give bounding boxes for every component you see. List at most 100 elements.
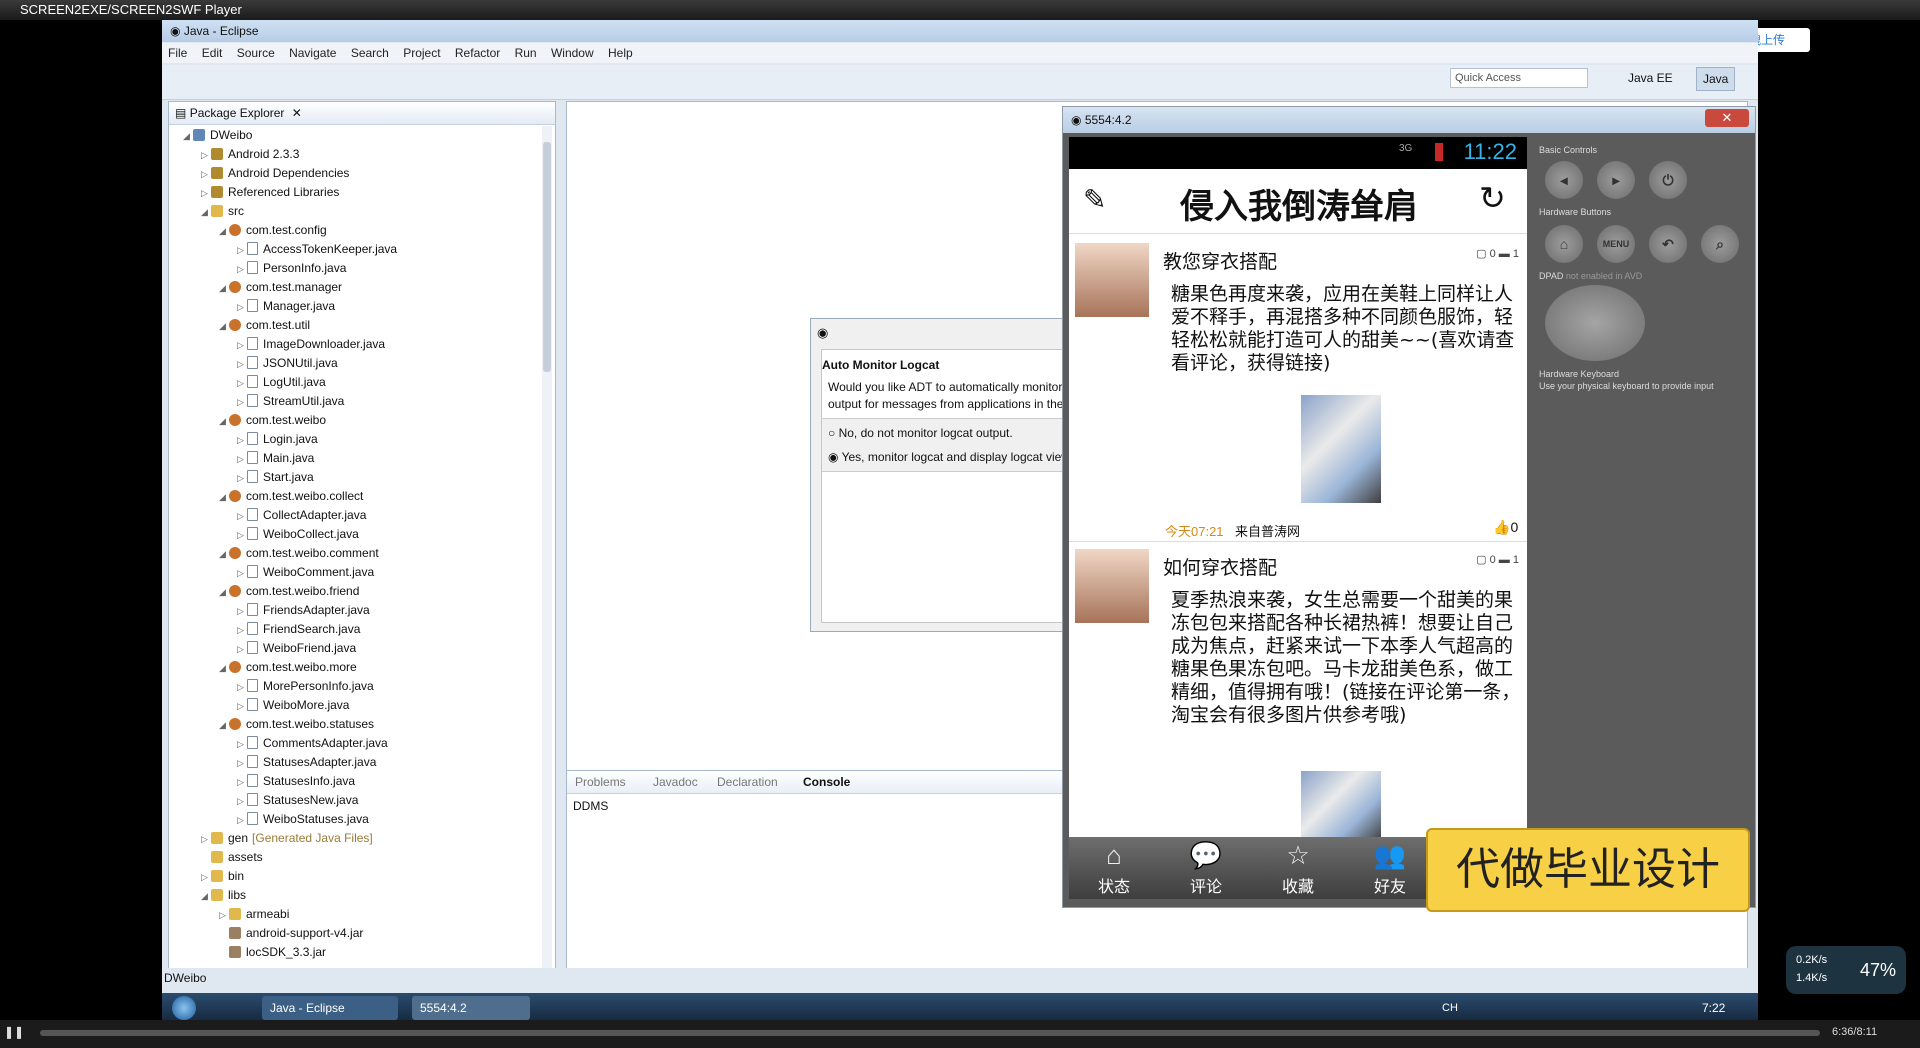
expand-toggle-icon[interactable]: ▷ (237, 450, 247, 469)
tree-item[interactable]: ◢ com.test.weibo.statuses (219, 715, 374, 734)
player-seek-bar[interactable]: ❚❚ 6:36/8:11 (0, 1020, 1920, 1048)
tree-item[interactable]: ▷ armeabi (219, 905, 289, 924)
tree-item[interactable]: ▷ WeiboCollect.java (237, 525, 359, 544)
expand-toggle-icon[interactable]: ▷ (201, 146, 211, 165)
menu-source[interactable]: Source (237, 46, 275, 60)
menu-navigate[interactable]: Navigate (289, 46, 336, 60)
tree-item[interactable]: ▷ JSONUtil.java (237, 354, 338, 373)
expand-toggle-icon[interactable]: ▷ (237, 621, 247, 640)
tree-item[interactable]: ◢ com.test.manager (219, 278, 342, 297)
radio-no-icon[interactable]: ○ (828, 426, 835, 440)
expand-toggle-icon[interactable]: ▷ (237, 697, 247, 716)
perspective-java[interactable]: Java (1696, 67, 1736, 91)
expand-toggle-icon[interactable]: ▷ (237, 374, 247, 393)
tree-item[interactable]: ▷ StatusesInfo.java (237, 772, 355, 791)
tree-item[interactable]: ▷ FriendsAdapter.java (237, 601, 370, 620)
tree-item[interactable]: assets (201, 848, 263, 867)
tree-item[interactable]: ◢ com.test.util (219, 316, 310, 335)
menu-search[interactable]: Search (351, 46, 389, 60)
avatar[interactable] (1075, 243, 1149, 317)
post-image[interactable] (1301, 771, 1381, 841)
menu-file[interactable]: File (168, 46, 187, 60)
back-button[interactable]: ↶ (1649, 225, 1687, 263)
close-icon[interactable]: ✕ (292, 106, 302, 120)
expand-toggle-icon[interactable]: ▷ (237, 602, 247, 621)
tab-comment[interactable]: 💬 评论 (1161, 837, 1251, 899)
expand-toggle-icon[interactable]: ▷ (237, 640, 247, 659)
expand-toggle-icon[interactable]: ▷ (237, 298, 247, 317)
avatar[interactable] (1075, 549, 1149, 623)
tab-status[interactable]: ⌂ 状态 (1069, 837, 1159, 899)
expand-toggle-icon[interactable]: ◢ (219, 279, 229, 298)
expand-toggle-icon[interactable]: ▷ (237, 355, 247, 374)
expand-toggle-icon[interactable]: ▷ (237, 336, 247, 355)
tree-item[interactable]: ▷ PersonInfo.java (237, 259, 346, 278)
tab-favorite[interactable]: ☆ 收藏 (1253, 837, 1343, 899)
tree-item[interactable]: ◢ com.test.weibo.collect (219, 487, 363, 506)
pause-icon[interactable]: ❚❚ (4, 1025, 24, 1039)
expand-toggle-icon[interactable]: ◢ (219, 583, 229, 602)
seek-track[interactable] (40, 1030, 1820, 1036)
tree-item[interactable]: ▷ bin (201, 867, 244, 886)
tree-item[interactable]: ◢ com.test.weibo.friend (219, 582, 359, 601)
tree-item[interactable]: ▷ FriendSearch.java (237, 620, 360, 639)
power-button[interactable]: ⏻ (1649, 161, 1687, 199)
tree-item[interactable]: ▷ Start.java (237, 468, 314, 487)
expand-toggle-icon[interactable]: ▷ (201, 184, 211, 203)
menu-help[interactable]: Help (608, 46, 633, 60)
tree-item[interactable]: ▷ Manager.java (237, 297, 335, 316)
emulator-close-button[interactable]: ✕ (1705, 109, 1749, 127)
radio-no[interactable]: ○ No, do not monitor logcat output. (828, 426, 1013, 440)
volume-up-button[interactable]: ▸ (1597, 161, 1635, 199)
refresh-icon[interactable]: ↻ (1479, 179, 1506, 217)
tree-item[interactable]: locSDK_3.3.jar (219, 943, 326, 962)
tree-item[interactable]: android-support-v4.jar (219, 924, 363, 943)
tree-item[interactable]: ▷ WeiboStatuses.java (237, 810, 369, 829)
tab-friends[interactable]: 👥 好友 (1345, 837, 1435, 899)
volume-down-button[interactable]: ◂ (1545, 161, 1583, 199)
expand-toggle-icon[interactable]: ▷ (237, 469, 247, 488)
expand-toggle-icon[interactable]: ▷ (237, 507, 247, 526)
expand-toggle-icon[interactable]: ▷ (237, 792, 247, 811)
tree-item[interactable]: ▷ Android Dependencies (201, 164, 349, 183)
menu-project[interactable]: Project (403, 46, 440, 60)
expand-toggle-icon[interactable]: ▷ (237, 564, 247, 583)
expand-toggle-icon[interactable]: ▷ (219, 906, 229, 925)
menu-run[interactable]: Run (515, 46, 537, 60)
tree-item[interactable]: ◢ com.test.weibo (219, 411, 326, 430)
quick-access-input[interactable]: Quick Access (1450, 68, 1588, 88)
menu-edit[interactable]: Edit (202, 46, 223, 60)
expand-toggle-icon[interactable]: ◢ (201, 887, 211, 906)
expand-toggle-icon[interactable]: ▷ (237, 526, 247, 545)
expand-toggle-icon[interactable]: ▷ (237, 754, 247, 773)
expand-toggle-icon[interactable]: ▷ (237, 678, 247, 697)
tree-item[interactable]: ◢ src (201, 202, 244, 221)
tree-item[interactable]: ▷ MorePersonInfo.java (237, 677, 374, 696)
expand-toggle-icon[interactable]: ◢ (201, 203, 211, 222)
expand-toggle-icon[interactable]: ◢ (219, 488, 229, 507)
expand-toggle-icon[interactable]: ▷ (237, 811, 247, 830)
expand-toggle-icon[interactable]: ▷ (201, 868, 211, 887)
tab-declaration[interactable]: Declaration (717, 775, 778, 789)
menu-window[interactable]: Window (551, 46, 594, 60)
tree-item[interactable]: ▷ CollectAdapter.java (237, 506, 366, 525)
tree-item[interactable]: ▷ Referenced Libraries (201, 183, 339, 202)
expand-toggle-icon[interactable]: ▷ (237, 431, 247, 450)
tree-item[interactable]: ▷ StreamUtil.java (237, 392, 344, 411)
tab-console[interactable]: Console (803, 775, 850, 789)
tree-item[interactable]: ▷ Android 2.3.3 (201, 145, 299, 164)
tab-problems[interactable]: Problems (575, 775, 626, 789)
taskbar-eclipse[interactable]: Java - Eclipse (262, 996, 398, 1020)
tree-item[interactable]: ▷ StatusesNew.java (237, 791, 358, 810)
expand-toggle-icon[interactable]: ▷ (237, 241, 247, 260)
post-card[interactable]: 教您穿衣搭配 ▢ 0 ▬ 1 糖果色再度来袭，应用在美鞋上同样让人爱不释手，再混… (1069, 235, 1527, 541)
tree-item[interactable]: ▷ ImageDownloader.java (237, 335, 385, 354)
expand-toggle-icon[interactable]: ◢ (219, 659, 229, 678)
tree-item[interactable]: ▷ WeiboComment.java (237, 563, 374, 582)
expand-toggle-icon[interactable]: ▷ (237, 260, 247, 279)
menu-refactor[interactable]: Refactor (455, 46, 500, 60)
compose-icon[interactable]: ✎ (1083, 183, 1106, 216)
expand-toggle-icon[interactable]: ▷ (237, 773, 247, 792)
tree-item[interactable]: ▷ CommentsAdapter.java (237, 734, 388, 753)
expand-toggle-icon[interactable]: ◢ (219, 317, 229, 336)
